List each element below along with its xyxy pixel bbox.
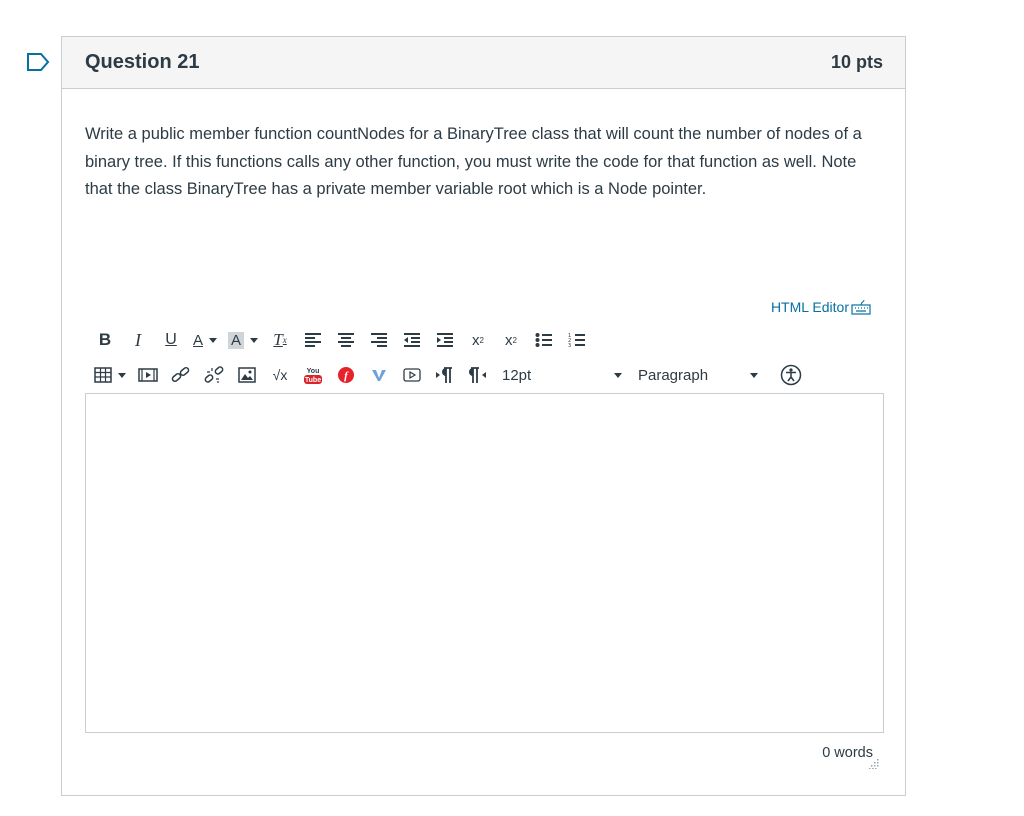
html-editor-link[interactable]: HTML Editor — [771, 299, 871, 315]
rtl-icon[interactable] — [467, 363, 489, 387]
svg-text:3: 3 — [568, 343, 571, 348]
align-center-icon[interactable] — [335, 328, 357, 352]
outdent-icon[interactable] — [401, 328, 423, 352]
html-editor-label: HTML Editor — [770, 299, 849, 315]
chevron-down-icon — [750, 372, 758, 378]
flag-question-icon[interactable] — [26, 52, 50, 72]
text-color-caret[interactable] — [209, 337, 218, 343]
italic-icon[interactable]: I — [127, 328, 149, 352]
equation-icon[interactable]: √x — [269, 363, 291, 387]
svg-text:You: You — [307, 368, 320, 375]
indent-icon[interactable] — [434, 328, 456, 352]
clear-formatting-icon[interactable]: Tx — [269, 328, 291, 352]
youtube-icon[interactable]: You Tube — [302, 363, 324, 387]
ltr-icon[interactable] — [434, 363, 456, 387]
superscript-icon[interactable]: x2 — [467, 328, 489, 352]
image-icon[interactable] — [236, 363, 258, 387]
rich-text-editor-area[interactable] — [85, 393, 884, 733]
font-size-value: 12pt — [502, 366, 532, 384]
align-left-icon[interactable] — [302, 328, 324, 352]
keyboard-icon — [851, 299, 871, 315]
question-points: 10 pts — [830, 52, 883, 72]
media-icon[interactable] — [137, 363, 159, 387]
underline-icon[interactable]: U — [160, 328, 182, 352]
bullet-list-icon[interactable] — [533, 328, 555, 352]
bold-icon[interactable]: B — [94, 328, 116, 352]
vimeo-icon[interactable] — [368, 363, 390, 387]
table-caret[interactable] — [118, 372, 126, 378]
embed-icon[interactable] — [401, 363, 423, 387]
svg-text:Tube: Tube — [305, 377, 321, 384]
question-prompt: Write a public member function countNode… — [85, 125, 862, 198]
format-select[interactable]: Paragraph — [638, 367, 758, 384]
question-card: Question 21 10 pts Write a public member… — [61, 36, 906, 796]
flickr-icon[interactable]: f — [335, 363, 357, 387]
background-color-caret[interactable] — [250, 337, 259, 343]
link-icon[interactable] — [170, 363, 192, 387]
subscript-icon[interactable]: x2 — [500, 328, 522, 352]
question-header: Question 21 10 pts — [62, 37, 905, 89]
question-title: Question 21 — [85, 51, 200, 73]
resize-handle-icon[interactable] — [869, 759, 879, 769]
background-color-icon[interactable]: A — [228, 328, 259, 352]
word-count: 0 words — [822, 745, 873, 761]
text-color-icon[interactable]: A — [193, 328, 218, 352]
align-right-icon[interactable] — [368, 328, 390, 352]
chevron-down-icon — [614, 372, 622, 378]
numbered-list-icon[interactable]: 123 — [566, 328, 588, 352]
editor-toolbar-row-2: √x You Tube f 12pt Paragraph — [94, 363, 874, 387]
font-size-select[interactable]: 12pt — [502, 367, 622, 384]
editor-toolbar-row-1: B I U A A Tx x2 x2 123 — [94, 328, 599, 352]
table-icon[interactable] — [94, 363, 126, 387]
unlink-icon[interactable] — [203, 363, 225, 387]
format-value: Paragraph — [638, 366, 709, 384]
accessibility-icon[interactable] — [780, 363, 802, 387]
